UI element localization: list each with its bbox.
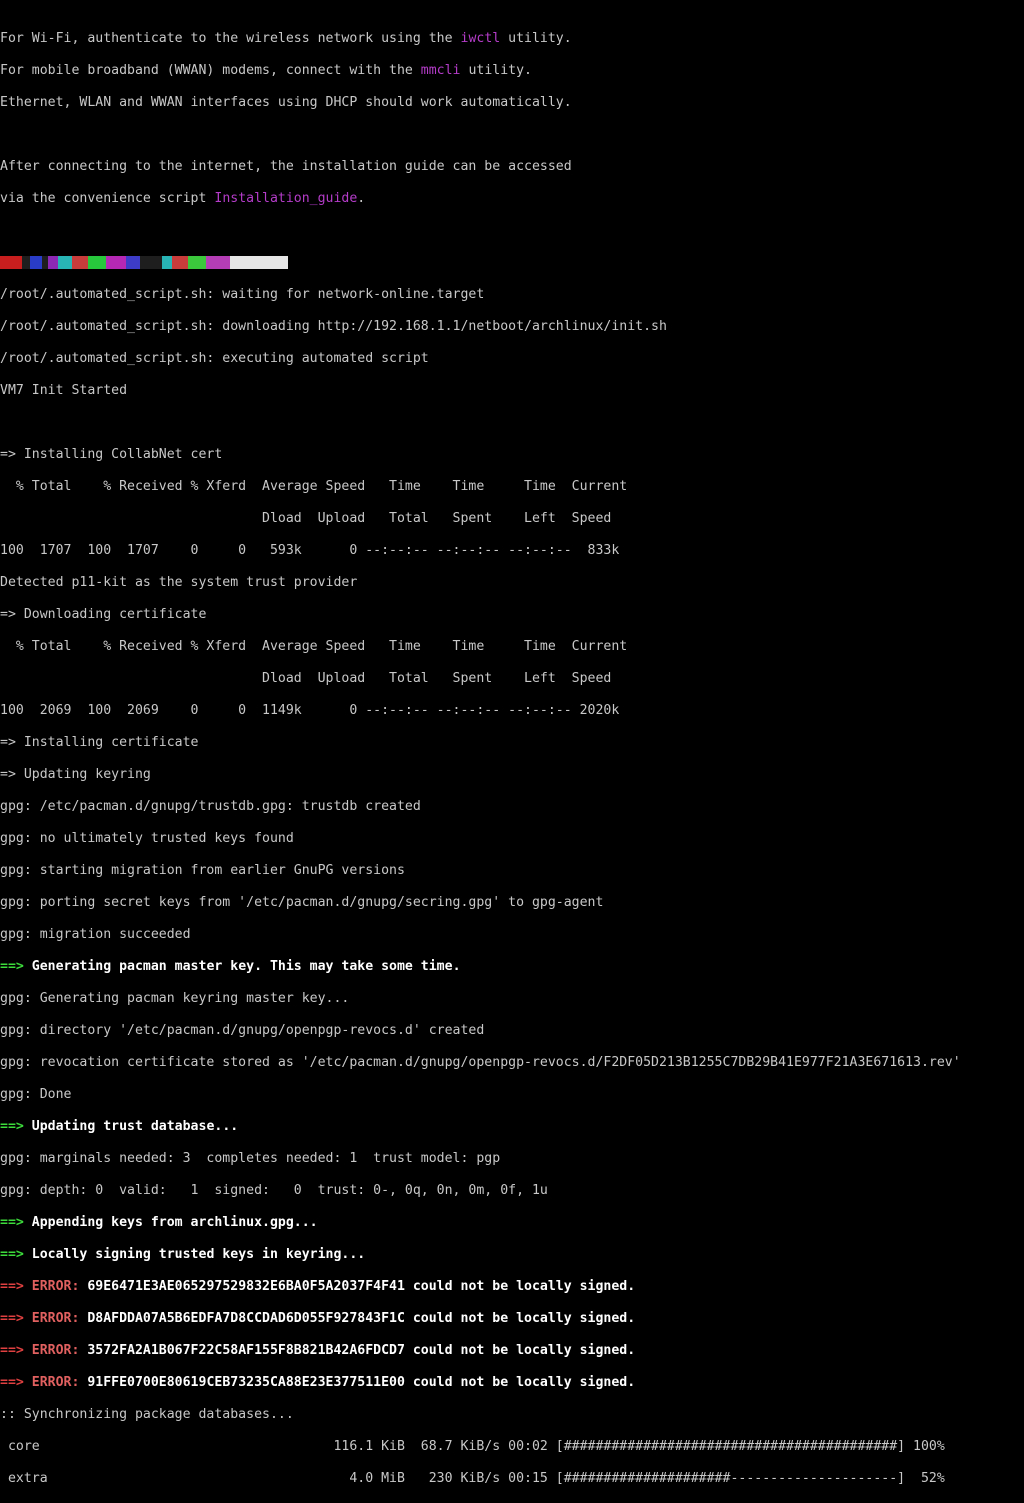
color-bar-segment (172, 256, 188, 269)
pacman-step-line: ==> Updating trust database... (0, 1119, 1024, 1135)
color-bar-segment (30, 256, 42, 269)
curl-progress-line: 100 2069 100 2069 0 0 1149k 0 --:--:-- -… (0, 703, 620, 718)
guide-hint-line-1: After connecting to the internet, the in… (0, 159, 572, 174)
script-downloading-line: /root/.automated_script.sh: downloading … (0, 319, 667, 334)
gpg-log-line: gpg: marginals needed: 3 completes neede… (0, 1151, 501, 1166)
color-bar-segment (0, 256, 22, 269)
wifi-hint-text: For Wi-Fi, authenticate to the wireless … (0, 31, 461, 46)
error-line: ==> ERROR: D8AFDDA07A5B6EDFA7D8CCDAD6D05… (0, 1311, 1024, 1327)
downloading-cert-line: => Downloading certificate (0, 607, 207, 622)
color-bar-segment (140, 256, 162, 269)
error-label: ERROR: (23, 1311, 80, 1326)
wwan-hint-suffix: utility. (460, 63, 532, 78)
pacman-step-text: Updating trust database... (23, 1119, 239, 1134)
sync-core-line: core 116.1 KiB 68.7 KiB/s 00:02 [#######… (0, 1439, 945, 1454)
error-message: D8AFDDA07A5B6EDFA7D8CCDAD6D055F927843F1C… (79, 1311, 636, 1326)
pacman-step-line: ==> Locally signing trusted keys in keyr… (0, 1247, 1024, 1263)
arrow-icon: ==> (0, 1215, 24, 1230)
gpg-log-line: gpg: /etc/pacman.d/gnupg/trustdb.gpg: tr… (0, 799, 421, 814)
gpg-log-line: gpg: starting migration from earlier Gnu… (0, 863, 405, 878)
error-label: ERROR: (23, 1375, 80, 1390)
pacman-step-line: ==> Generating pacman master key. This m… (0, 959, 1024, 975)
color-bar-segment (206, 256, 230, 269)
gpg-log-line: gpg: Generating pacman keyring master ke… (0, 991, 350, 1006)
installing-collabnet-line: => Installing CollabNet cert (0, 447, 223, 462)
script-executing-line: /root/.automated_script.sh: executing au… (0, 351, 429, 366)
boot-color-bar (0, 256, 1024, 269)
updating-keyring-line: => Updating keyring (0, 767, 151, 782)
console-output: For Wi-Fi, authenticate to the wireless … (0, 15, 1024, 1503)
color-bar-segment (72, 256, 88, 269)
curl-header-line: Dload Upload Total Spent Left Speed (0, 671, 612, 686)
color-bar-segment (162, 256, 172, 269)
curl-header-line: % Total % Received % Xferd Average Speed… (0, 639, 628, 654)
gpg-log-line: gpg: no ultimately trusted keys found (0, 831, 294, 846)
mmcli-command: mmcli (420, 63, 461, 78)
gpg-log-line: gpg: depth: 0 valid: 1 signed: 0 trust: … (0, 1183, 548, 1198)
error-message: 69E6471E3AE065297529832E6BA0F5A2037F4F41… (79, 1279, 636, 1294)
ethernet-hint-line: Ethernet, WLAN and WWAN interfaces using… (0, 95, 572, 110)
script-waiting-line: /root/.automated_script.sh: waiting for … (0, 287, 485, 302)
error-line: ==> ERROR: 91FFE0700E80619CEB73235CA88E2… (0, 1375, 1024, 1391)
error-message: 3572FA2A1B067F22C58AF155F8B821B42A6FDCD7… (79, 1343, 636, 1358)
color-bar-segment (106, 256, 126, 269)
gpg-log-line: gpg: Done (0, 1087, 72, 1102)
sync-extra-line: extra 4.0 MiB 230 KiB/s 00:15 [#########… (0, 1471, 945, 1486)
wwan-hint-text: For mobile broadband (WWAN) modems, conn… (0, 63, 421, 78)
pacman-step-line: ==> Appending keys from archlinux.gpg... (0, 1215, 1024, 1231)
iwctl-command: iwctl (460, 31, 501, 46)
curl-progress-line: 100 1707 100 1707 0 0 593k 0 --:--:-- --… (0, 543, 620, 558)
error-arrow-icon: ==> (0, 1375, 24, 1390)
color-bar-segment (230, 256, 288, 269)
color-bar-segment (188, 256, 206, 269)
color-bar-segment (48, 256, 58, 269)
arrow-icon: ==> (0, 1247, 24, 1262)
error-arrow-icon: ==> (0, 1279, 24, 1294)
vm-init-line: VM7 Init Started (0, 383, 128, 398)
p11-kit-line: Detected p11-kit as the system trust pro… (0, 575, 358, 590)
pacman-step-text: Generating pacman master key. This may t… (23, 959, 461, 974)
error-arrow-icon: ==> (0, 1311, 24, 1326)
installation-guide-command: Installation_guide (214, 191, 358, 206)
color-bar-segment (22, 256, 30, 269)
guide-hint-line-2: via the convenience script Installation_… (0, 191, 1024, 207)
arrow-icon: ==> (0, 959, 24, 974)
gpg-log-line: gpg: revocation certificate stored as '/… (0, 1055, 961, 1070)
error-message: 91FFE0700E80619CEB73235CA88E23E377511E00… (79, 1375, 636, 1390)
curl-header-line: Dload Upload Total Spent Left Speed (0, 511, 612, 526)
color-bar-segment (126, 256, 140, 269)
gpg-log-line: gpg: porting secret keys from '/etc/pacm… (0, 895, 604, 910)
pacman-step-text: Locally signing trusted keys in keyring.… (23, 1247, 366, 1262)
curl-header-line: % Total % Received % Xferd Average Speed… (0, 479, 628, 494)
gpg-log-line: gpg: directory '/etc/pacman.d/gnupg/open… (0, 1023, 485, 1038)
pacman-step-text: Appending keys from archlinux.gpg... (23, 1215, 318, 1230)
error-line: ==> ERROR: 69E6471E3AE065297529832E6BA0F… (0, 1279, 1024, 1295)
error-arrow-icon: ==> (0, 1343, 24, 1358)
error-label: ERROR: (23, 1343, 80, 1358)
error-line: ==> ERROR: 3572FA2A1B067F22C58AF155F8B82… (0, 1343, 1024, 1359)
installing-cert-line: => Installing certificate (0, 735, 199, 750)
wifi-hint-line: For Wi-Fi, authenticate to the wireless … (0, 31, 1024, 47)
arrow-icon: ==> (0, 1119, 24, 1134)
error-label: ERROR: (23, 1279, 80, 1294)
gpg-log-line: gpg: migration succeeded (0, 927, 191, 942)
color-bar-segment (88, 256, 106, 269)
color-bar-segment (58, 256, 72, 269)
sync-header-line: :: Synchronizing package databases... (0, 1407, 294, 1422)
guide-hint-suffix: . (357, 191, 366, 206)
wwan-hint-line: For mobile broadband (WWAN) modems, conn… (0, 63, 1024, 79)
guide-hint-text: via the convenience script (0, 191, 215, 206)
wifi-hint-suffix: utility. (500, 31, 572, 46)
